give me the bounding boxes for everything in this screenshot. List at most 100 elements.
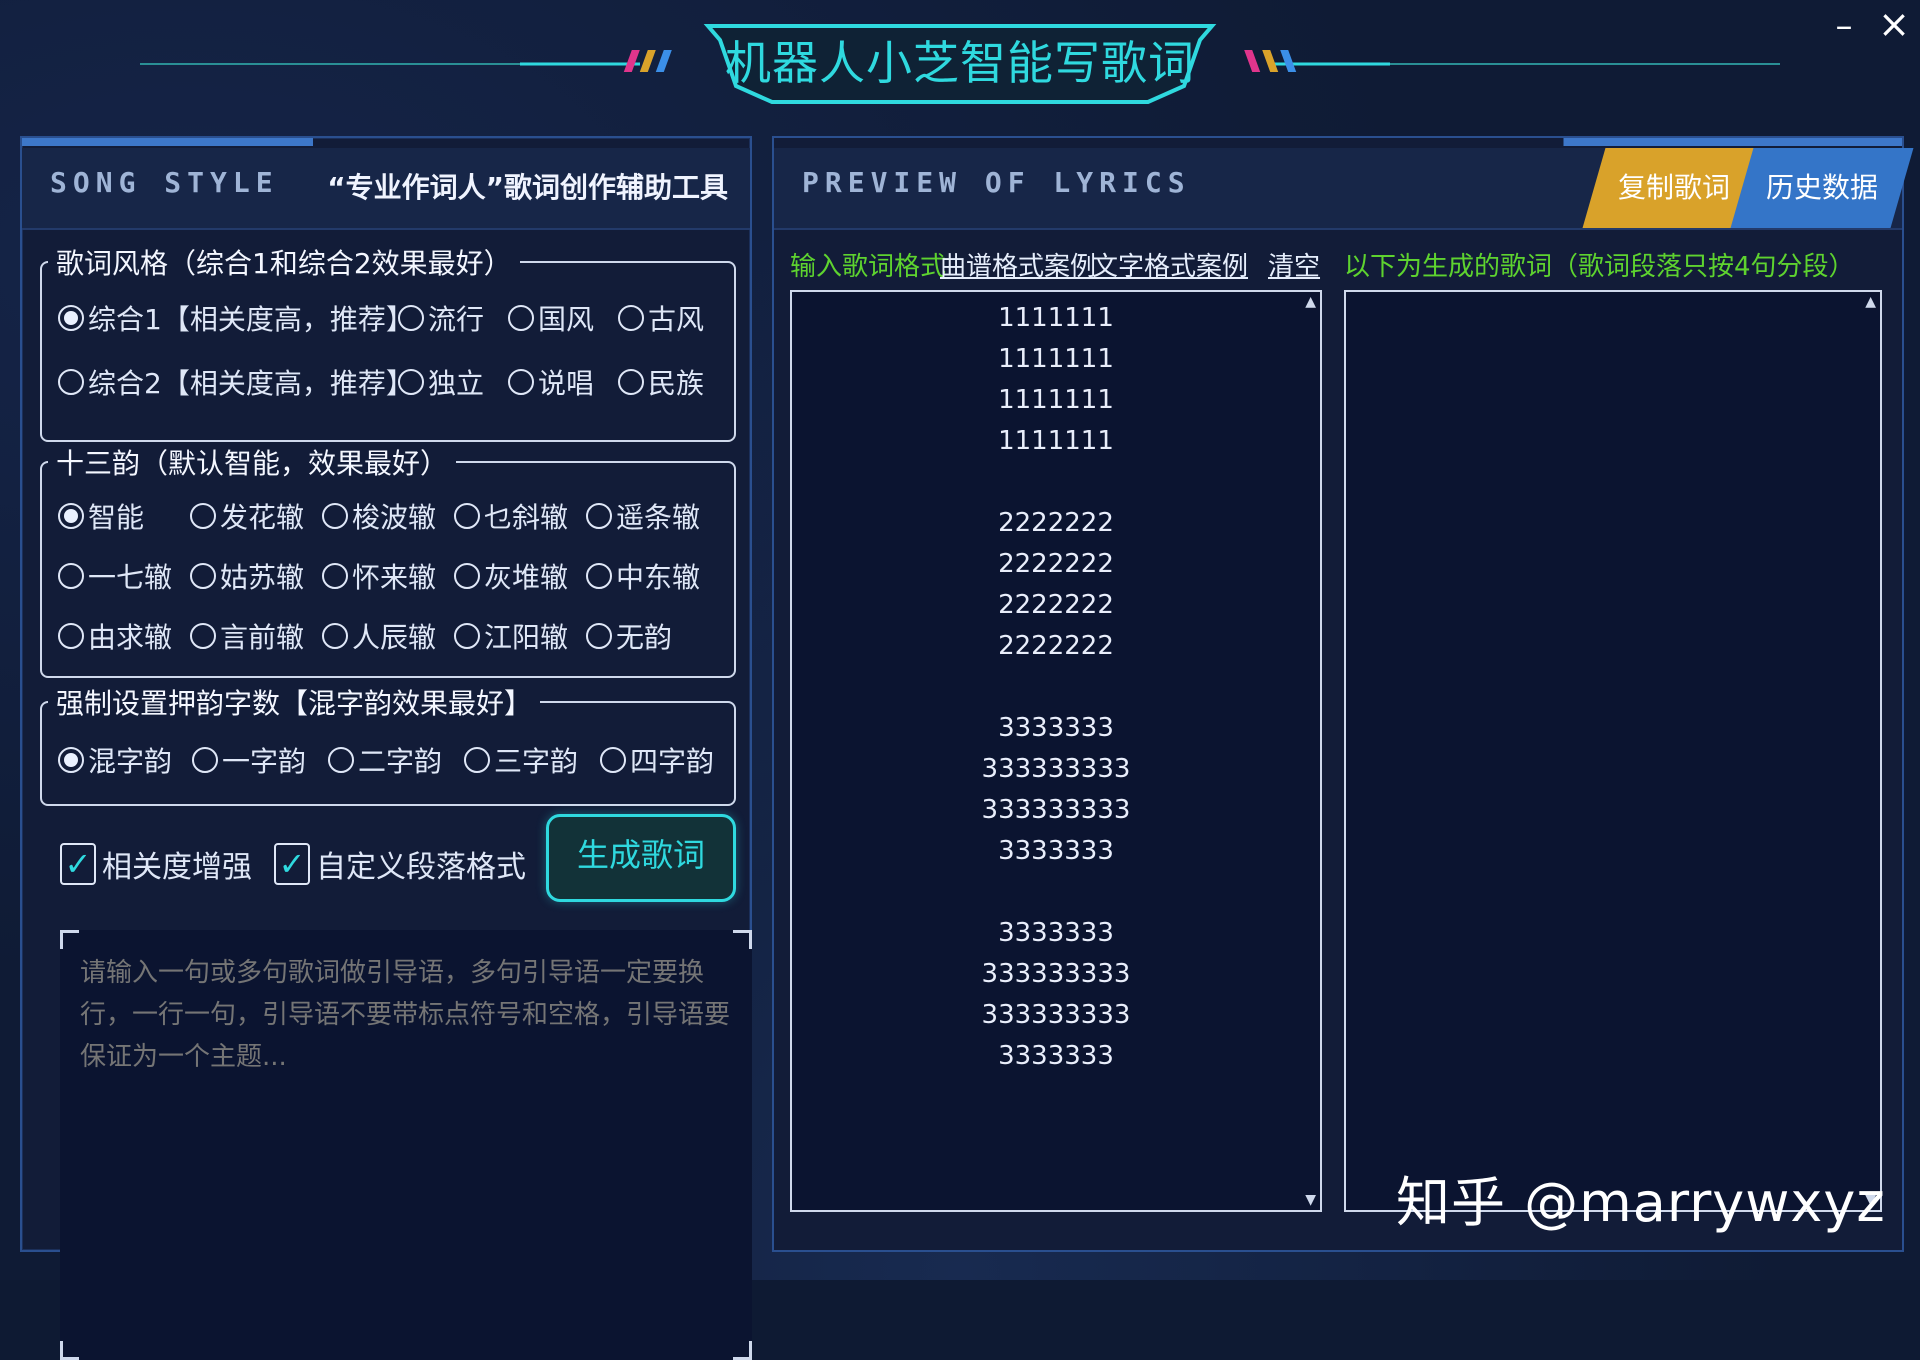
- radio-label: 灰堆辙: [484, 561, 569, 594]
- radio-count-four[interactable]: 四字韵: [600, 740, 714, 780]
- text-format-example-link[interactable]: 文字格式案例: [1092, 246, 1248, 283]
- lyric-line: 3333333: [998, 1041, 1114, 1071]
- lyric-line: 2222222: [998, 549, 1114, 579]
- radio-label: 智能: [88, 501, 145, 534]
- radio-count-mixed[interactable]: 混字韵: [58, 740, 172, 780]
- radio-dot: [192, 747, 218, 773]
- scroll-up-icon[interactable]: ▲: [1865, 294, 1876, 310]
- lyric-line: 333333333: [981, 1000, 1131, 1030]
- corner-mark: [733, 1341, 752, 1360]
- custom-paragraph-checkbox[interactable]: ✓ 自定义段落格式: [274, 842, 526, 886]
- radio-style-gufeng[interactable]: 古风: [618, 298, 704, 338]
- lyric-line: 2222222: [998, 590, 1114, 620]
- panel-accent-stripe: [22, 138, 750, 146]
- lyric-line: 2222222: [998, 631, 1114, 661]
- panel-accent-stripe: [774, 138, 1902, 146]
- lyric-line: 333333333: [981, 959, 1131, 989]
- radio-dot: [600, 747, 626, 773]
- radio-rhyme-suobo[interactable]: 梭波辙: [322, 496, 436, 536]
- radio-dot: [398, 305, 424, 331]
- radio-label: 一七辙: [88, 561, 173, 594]
- minimize-button[interactable]: –: [1826, 8, 1862, 44]
- lyric-line: [792, 462, 1320, 503]
- radio-rhyme-fahua[interactable]: 发花辙: [190, 496, 304, 536]
- copy-lyrics-label: 复制歌词: [1617, 171, 1730, 204]
- history-data-label: 历史数据: [1765, 171, 1878, 204]
- lyric-line: 3333333: [998, 713, 1114, 743]
- radio-dot: [58, 623, 84, 649]
- radio-rhyme-miexie[interactable]: 乜斜辙: [454, 496, 568, 536]
- radio-rhyme-jiangyang[interactable]: 江阳辙: [454, 616, 568, 656]
- radio-style-rap[interactable]: 说唱: [508, 362, 594, 402]
- radio-label: 梭波辙: [352, 501, 437, 534]
- radio-style-guofeng[interactable]: 国风: [508, 298, 594, 338]
- watermark: 知乎 @marrywxyz: [1396, 1171, 1886, 1234]
- lyric-line: 333333333: [981, 795, 1131, 825]
- radio-dot: [618, 305, 644, 331]
- radio-style-composite1[interactable]: 综合1【相关度高，推荐】: [58, 298, 414, 338]
- radio-dot: [618, 369, 644, 395]
- radio-rhyme-yiqi[interactable]: 一七辙: [58, 556, 172, 596]
- radio-label: 流行: [428, 303, 485, 336]
- radio-label: 江阳辙: [484, 621, 569, 654]
- radio-label: 遥条辙: [616, 501, 701, 534]
- radio-label: 姑苏辙: [220, 561, 305, 594]
- radio-rhyme-zhongdong[interactable]: 中东辙: [586, 556, 700, 596]
- radio-rhyme-huailai[interactable]: 怀来辙: [322, 556, 436, 596]
- input-lyrics-textarea[interactable]: 1111111 1111111 1111111 1111111 2222222 22222…: [790, 290, 1322, 1212]
- clear-link[interactable]: 清空: [1268, 246, 1320, 283]
- radio-style-pop[interactable]: 流行: [398, 298, 484, 338]
- radio-rhyme-gusu[interactable]: 姑苏辙: [190, 556, 304, 596]
- window-title: 机器人小芝智能写歌词: [725, 36, 1195, 90]
- guide-input[interactable]: [78, 950, 732, 1334]
- radio-style-ethnic[interactable]: 民族: [618, 362, 704, 402]
- radio-dot: [464, 747, 490, 773]
- radio-rhyme-none[interactable]: 无韵: [586, 616, 672, 656]
- scroll-up-icon[interactable]: ▲: [1305, 294, 1316, 310]
- generate-lyrics-button[interactable]: 生成歌词: [546, 814, 736, 902]
- radio-rhyme-yaotiao[interactable]: 遥条辙: [586, 496, 700, 536]
- radio-dot: [322, 563, 348, 589]
- checkmark-icon: ✓: [274, 843, 310, 885]
- radio-style-composite2[interactable]: 综合2【相关度高，推荐】: [58, 362, 414, 402]
- radio-label: 发花辙: [220, 501, 305, 534]
- guide-text-area: [60, 930, 752, 1360]
- radio-dot: [508, 305, 534, 331]
- radio-label: 四字韵: [630, 745, 715, 778]
- radio-rhyme-huidui[interactable]: 灰堆辙: [454, 556, 568, 596]
- history-data-button[interactable]: 历史数据: [1730, 148, 1914, 228]
- radio-dot: [454, 503, 480, 529]
- score-format-example-link[interactable]: 曲谱格式案例: [940, 246, 1096, 283]
- panel-title: SONG STYLE: [50, 166, 279, 199]
- corner-mark: [60, 1341, 79, 1360]
- radio-dot: [586, 623, 612, 649]
- close-button[interactable]: ×: [1874, 4, 1914, 44]
- radio-dot: [454, 623, 480, 649]
- radio-dot: [454, 563, 480, 589]
- radio-count-one[interactable]: 一字韵: [192, 740, 306, 780]
- radio-rhyme-renchen[interactable]: 人辰辙: [322, 616, 436, 656]
- lyric-line: [792, 667, 1320, 708]
- scroll-down-icon[interactable]: ▼: [1305, 1192, 1316, 1208]
- radio-label: 综合1【相关度高，推荐】: [88, 303, 414, 336]
- lyric-line: 1111111: [998, 426, 1114, 456]
- radio-label: 一字韵: [222, 745, 307, 778]
- radio-label: 怀来辙: [352, 561, 437, 594]
- radio-rhyme-smart[interactable]: 智能: [58, 496, 144, 536]
- panel-subtitle: “专业作词人”歌词创作辅助工具: [327, 171, 728, 204]
- radio-dot: [328, 747, 354, 773]
- radio-label: 乜斜辙: [484, 501, 569, 534]
- input-lyrics-lines: 1111111 1111111 1111111 1111111 2222222 22222…: [792, 292, 1320, 1077]
- radio-rhyme-yanqian[interactable]: 言前辙: [190, 616, 304, 656]
- generated-lyrics-textarea[interactable]: ▲ ▼: [1344, 290, 1882, 1212]
- radio-style-indie[interactable]: 独立: [398, 362, 484, 402]
- input-format-label: 输入歌词格式: [790, 252, 947, 282]
- panel-title: PREVIEW OF LYRICS: [802, 166, 1191, 199]
- corner-mark: [60, 930, 79, 949]
- radio-label: 由求辙: [88, 621, 173, 654]
- radio-count-three[interactable]: 三字韵: [464, 740, 578, 780]
- radio-rhyme-youqiu[interactable]: 由求辙: [58, 616, 172, 656]
- corner-mark: [733, 930, 752, 949]
- radio-count-two[interactable]: 二字韵: [328, 740, 442, 780]
- relevance-boost-checkbox[interactable]: ✓ 相关度增强: [60, 842, 252, 886]
